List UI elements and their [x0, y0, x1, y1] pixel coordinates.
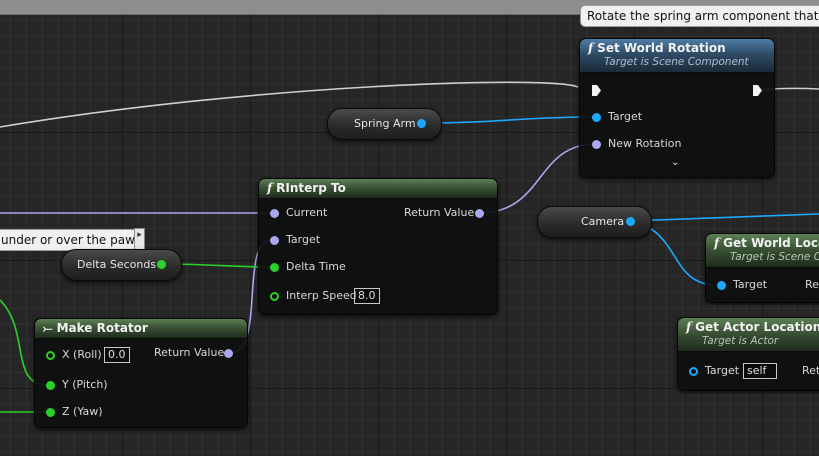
z-yaw-pin[interactable]: [46, 408, 55, 417]
x-roll-pin[interactable]: [46, 351, 55, 360]
target-self-input[interactable]: self: [743, 363, 777, 379]
make-rotator-node[interactable]: ⤚ Make Rotator X (Roll) 0.0 Return Value …: [34, 318, 248, 428]
get-actor-location-clip: f Get Actor Location Target is Actor Targ…: [672, 314, 819, 394]
function-icon: f: [714, 236, 720, 250]
exec-out-pin[interactable]: [753, 85, 762, 96]
get-world-location-header[interactable]: fGet World Location Target is Scene Comp…: [706, 234, 819, 268]
return-value-label: Return Value: [154, 346, 225, 359]
interp-speed-input[interactable]: 8.0: [354, 288, 380, 304]
get-actor-location-title: Get Actor Location: [695, 320, 819, 334]
camera-variable-node[interactable]: Camera: [537, 206, 652, 238]
make-rotator-header[interactable]: ⤚ Make Rotator: [35, 319, 247, 339]
get-world-location-title: Get World Location: [723, 236, 819, 250]
new-rotation-pin[interactable]: [592, 140, 601, 149]
target-pin[interactable]: [689, 367, 698, 376]
current-pin-label: Current: [286, 206, 328, 219]
make-rotator-title: Make Rotator: [56, 321, 148, 335]
target-pin-label: Target: [286, 233, 321, 246]
delta-seconds-output-pin[interactable]: [157, 260, 166, 269]
y-pitch-pin[interactable]: [46, 381, 55, 390]
delta-seconds-label: Delta Seconds: [77, 258, 157, 271]
exec-wire: [0, 81, 579, 128]
function-icon: f: [267, 181, 273, 195]
function-icon: f: [686, 320, 692, 334]
x-roll-pin-label: X (Roll): [62, 348, 102, 361]
set-world-rotation-title: Set World Rotation: [597, 41, 726, 55]
return-value-label: Return Value: [404, 206, 475, 219]
rinterp-to-node[interactable]: f RInterp To Current Return Value Target …: [258, 178, 498, 315]
z-yaw-pin-label: Z (Yaw): [62, 405, 103, 418]
spring-arm-output-pin[interactable]: [417, 119, 426, 128]
new-rotation-pin-label: New Rotation: [608, 137, 682, 150]
expand-chevron-icon[interactable]: ⌄: [671, 157, 679, 168]
set-world-rotation-subtitle: Target is Scene Component: [604, 56, 749, 68]
get-actor-location-subtitle: Target is Actor: [702, 335, 779, 347]
return-value-pin[interactable]: [224, 349, 233, 358]
exec-in-pin[interactable]: [592, 85, 601, 96]
target-pin-label: Target: [733, 278, 768, 291]
delta-seconds-variable-node[interactable]: Delta Seconds: [61, 249, 182, 281]
get-actor-location-header[interactable]: f Get Actor Location Target is Actor: [678, 318, 819, 352]
return-value-label: Return Value: [802, 364, 819, 377]
target-pin[interactable]: [592, 113, 601, 122]
camera-wire-right: [630, 213, 819, 222]
camera-label: Camera: [581, 215, 625, 228]
rinterp-to-title: RInterp To: [276, 181, 346, 195]
interp-speed-pin-label: Interp Speed: [286, 289, 357, 302]
comment-under-over-pawn[interactable]: under or over the pawn: [0, 229, 144, 251]
spring-arm-wire: [420, 116, 597, 124]
return-value-label: Return Value: [805, 278, 819, 291]
function-icon: f: [588, 41, 594, 55]
make-struct-icon: ⤚: [43, 321, 53, 335]
get-actor-location-node[interactable]: f Get Actor Location Target is Actor Targ…: [677, 317, 819, 391]
target-pin[interactable]: [270, 236, 279, 245]
delta-time-pin-label: Delta Time: [286, 260, 346, 273]
set-world-rotation-node[interactable]: f Set World Rotation Target is Scene Comp…: [579, 38, 775, 178]
target-pin[interactable]: [717, 281, 726, 290]
get-world-location-clip: fGet World Location Target is Scene Comp…: [700, 230, 819, 305]
spring-arm-variable-node[interactable]: Spring Arm: [327, 108, 442, 140]
comment-collapse-icon[interactable]: ▸: [134, 228, 145, 250]
current-pin[interactable]: [270, 209, 279, 218]
y-pitch-pin-label: Y (Pitch): [62, 378, 108, 391]
get-world-location-node[interactable]: fGet World Location Target is Scene Comp…: [705, 233, 819, 303]
camera-output-pin[interactable]: [626, 217, 635, 226]
x-roll-input[interactable]: 0.0: [104, 347, 130, 363]
target-pin-label: Target: [608, 110, 643, 123]
spring-arm-label: Spring Arm: [354, 117, 416, 130]
target-pin-label: Target: [705, 364, 740, 377]
return-value-pin[interactable]: [475, 209, 484, 218]
set-world-rotation-header[interactable]: f Set World Rotation Target is Scene Comp…: [580, 39, 774, 73]
interp-speed-pin[interactable]: [270, 292, 279, 301]
get-world-location-subtitle: Target is Scene Component: [730, 251, 819, 263]
comment-rotate-spring-arm[interactable]: Rotate the spring arm component that pos: [580, 5, 819, 27]
delta-time-pin[interactable]: [270, 263, 279, 272]
rinterp-to-header[interactable]: f RInterp To: [259, 179, 497, 199]
